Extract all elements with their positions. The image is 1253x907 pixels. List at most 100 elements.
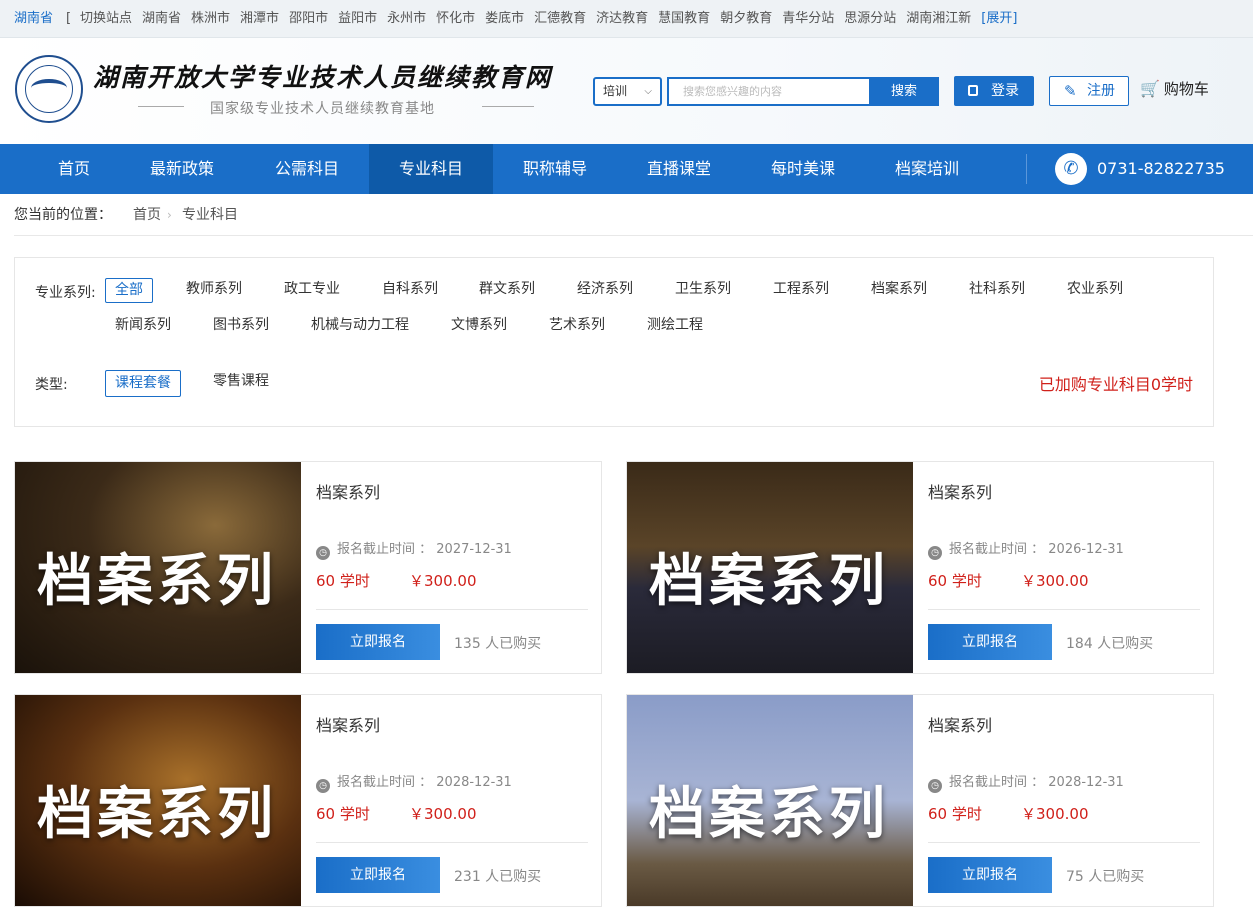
deadline-date: 2027-12-31 bbox=[436, 542, 512, 557]
city-link[interactable]: 切换站点 bbox=[80, 0, 132, 38]
site-header: 湖南开放大学专业技术人员继续教育网 国家级专业技术人员继续教育基地 培训 ⌵ 搜… bbox=[0, 38, 1253, 144]
series-tag[interactable]: 工程系列 bbox=[764, 278, 838, 303]
series-tag[interactable]: 农业系列 bbox=[1058, 278, 1132, 303]
type-tag-package[interactable]: 课程套餐 bbox=[105, 370, 181, 397]
course-card[interactable]: 档案系列 档案系列 ◷ 报名截止时间 ： 2026-12-31 60 学时 ￥30… bbox=[626, 461, 1214, 674]
nav-item-professional-courses[interactable]: 专业科目 bbox=[369, 144, 493, 194]
series-tag[interactable]: 测绘工程 bbox=[638, 314, 712, 339]
university-logo[interactable] bbox=[15, 55, 83, 123]
course-image[interactable]: 档案系列 bbox=[627, 695, 913, 906]
city-link[interactable]: 汇德教育 bbox=[534, 0, 586, 38]
card-divider bbox=[928, 609, 1200, 610]
city-link[interactable]: 怀化市 bbox=[436, 0, 475, 38]
course-card[interactable]: 档案系列 档案系列 ◷ 报名截止时间 ： 2028-12-31 60 学时 ￥30… bbox=[626, 694, 1214, 907]
breadcrumb-current: 专业科目 bbox=[182, 207, 238, 223]
city-link[interactable]: 邵阳市 bbox=[289, 0, 328, 38]
nav-item-public-courses[interactable]: 公需科目 bbox=[246, 144, 368, 194]
expand-cities-link[interactable]: [展开] bbox=[981, 0, 1017, 38]
nav-item-policy[interactable]: 最新政策 bbox=[122, 144, 242, 194]
breadcrumb-label: 您当前的位置： bbox=[14, 207, 112, 223]
course-hours: 60 学时 bbox=[316, 572, 370, 590]
city-link[interactable]: 慧国教育 bbox=[658, 0, 710, 38]
course-card[interactable]: 档案系列 档案系列 ◷ 报名截止时间 ： 2028-12-31 60 学时 ￥30… bbox=[14, 694, 602, 907]
clock-icon: ◷ bbox=[928, 546, 942, 560]
register-button[interactable]: ✎ 注册 bbox=[1049, 76, 1129, 106]
nav-item-archive-training[interactable]: 档案培训 bbox=[865, 144, 989, 194]
series-tag[interactable]: 新闻系列 bbox=[106, 314, 180, 339]
course-deadline: ◷ 报名截止时间 ： 2027-12-31 bbox=[316, 538, 512, 560]
clock-icon: ◷ bbox=[316, 779, 330, 793]
nav-item-home[interactable]: 首页 bbox=[14, 144, 134, 194]
purchase-count: 135 人已购买 bbox=[454, 636, 542, 652]
series-tag-all[interactable]: 全部 bbox=[105, 278, 153, 303]
city-bracket: [ bbox=[66, 11, 72, 26]
cart-icon: 🛒 bbox=[1140, 79, 1160, 98]
deadline-label: 报名截止时间 ： bbox=[337, 775, 433, 790]
series-tag[interactable]: 群文系列 bbox=[470, 278, 544, 303]
course-image[interactable]: 档案系列 bbox=[15, 695, 301, 906]
purchase-count: 231 人已购买 bbox=[454, 869, 542, 885]
card-divider bbox=[316, 609, 588, 610]
city-link[interactable]: 湖南湘江新 bbox=[906, 0, 971, 38]
city-link[interactable]: 株洲市 bbox=[191, 0, 230, 38]
series-tag[interactable]: 教师系列 bbox=[177, 278, 251, 303]
enroll-button[interactable]: 立即报名 bbox=[928, 857, 1052, 893]
phone-icon: ✆ bbox=[1055, 153, 1087, 185]
city-link[interactable]: 湖南省 bbox=[142, 0, 181, 38]
city-link[interactable]: 永州市 bbox=[387, 0, 426, 38]
city-link[interactable]: 湘潭市 bbox=[240, 0, 279, 38]
nav-item-live-class[interactable]: 直播课堂 bbox=[617, 144, 741, 194]
breadcrumb-home[interactable]: 首页 bbox=[133, 194, 161, 236]
course-title[interactable]: 档案系列 bbox=[928, 712, 992, 736]
logo-wave-icon bbox=[31, 79, 67, 97]
series-tag[interactable]: 图书系列 bbox=[204, 314, 278, 339]
city-link[interactable]: 朝夕教育 bbox=[720, 0, 772, 38]
nav-item-title-tutoring[interactable]: 职称辅导 bbox=[493, 144, 617, 194]
series-tag[interactable]: 文博系列 bbox=[442, 314, 516, 339]
nav-divider bbox=[1026, 154, 1027, 184]
course-title[interactable]: 档案系列 bbox=[316, 479, 380, 503]
search-button[interactable]: 搜索 bbox=[869, 77, 939, 106]
current-province[interactable]: 湖南省 bbox=[14, 0, 53, 38]
lock-icon bbox=[968, 85, 978, 96]
search-category-value: 培训 bbox=[603, 84, 628, 98]
main-nav: 首页 最新政策 公需科目 专业科目 职称辅导 直播课堂 每时美课 档案培训 ✆ … bbox=[0, 144, 1253, 194]
city-link[interactable]: 思源分站 bbox=[844, 0, 896, 38]
series-tag[interactable]: 机械与动力工程 bbox=[302, 314, 418, 339]
series-tag[interactable]: 社科系列 bbox=[960, 278, 1034, 303]
series-tag[interactable]: 卫生系列 bbox=[666, 278, 740, 303]
series-tag[interactable]: 艺术系列 bbox=[540, 314, 614, 339]
subtitle-rule-left bbox=[138, 106, 184, 107]
series-tag[interactable]: 档案系列 bbox=[862, 278, 936, 303]
course-hours: 60 学时 bbox=[316, 805, 370, 823]
course-deadline: ◷ 报名截止时间 ： 2028-12-31 bbox=[316, 771, 512, 793]
enroll-button[interactable]: 立即报名 bbox=[316, 624, 440, 660]
series-tag[interactable]: 自科系列 bbox=[373, 278, 447, 303]
course-card[interactable]: 档案系列 档案系列 ◷ 报名截止时间 ： 2027-12-31 60 学时 ￥30… bbox=[14, 461, 602, 674]
purchase-count: 75 人已购买 bbox=[1066, 869, 1145, 885]
breadcrumb: 您当前的位置： 首页 › 专业科目 bbox=[14, 194, 1253, 236]
cart-link[interactable]: 🛒 购物车 bbox=[1140, 78, 1209, 99]
city-switch-bar: 湖南省 [ 切换站点 湖南省 株洲市 湘潭市 邵阳市 益阳市 永州市 怀化市 娄… bbox=[0, 0, 1253, 38]
course-deadline: ◷ 报名截止时间 ： 2028-12-31 bbox=[928, 771, 1124, 793]
course-image[interactable]: 档案系列 bbox=[15, 462, 301, 673]
course-price: ￥300.00 bbox=[409, 572, 477, 590]
series-tag[interactable]: 政工专业 bbox=[275, 278, 349, 303]
city-link[interactable]: 益阳市 bbox=[338, 0, 377, 38]
enroll-button[interactable]: 立即报名 bbox=[928, 624, 1052, 660]
type-tag-retail[interactable]: 零售课程 bbox=[204, 370, 278, 395]
course-title[interactable]: 档案系列 bbox=[316, 712, 380, 736]
filter-panel: 专业系列: 全部 教师系列 政工专业 自科系列 群文系列 经济系列 卫生系列 工… bbox=[14, 257, 1214, 427]
enroll-button[interactable]: 立即报名 bbox=[316, 857, 440, 893]
city-link[interactable]: 济达教育 bbox=[596, 0, 648, 38]
city-link[interactable]: 娄底市 bbox=[485, 0, 524, 38]
series-tag[interactable]: 经济系列 bbox=[568, 278, 642, 303]
nav-item-micro-course[interactable]: 每时美课 bbox=[741, 144, 865, 194]
course-title[interactable]: 档案系列 bbox=[928, 479, 992, 503]
course-image[interactable]: 档案系列 bbox=[627, 462, 913, 673]
clock-icon: ◷ bbox=[928, 779, 942, 793]
search-category-select[interactable]: 培训 ⌵ bbox=[593, 77, 662, 106]
series-filter-label: 专业系列: bbox=[35, 285, 96, 301]
login-button[interactable]: 登录 bbox=[954, 76, 1034, 106]
city-link[interactable]: 青华分站 bbox=[782, 0, 834, 38]
